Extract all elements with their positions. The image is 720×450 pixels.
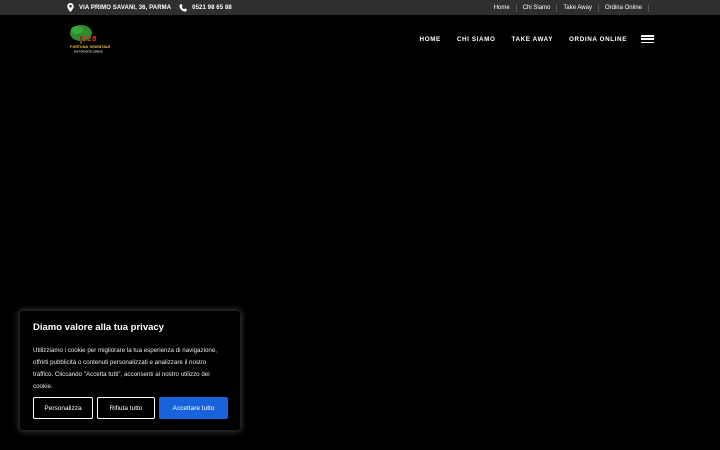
cookie-consent-banner: Diamo valore alla tua privacy Utilizziam… [20, 311, 240, 430]
main-header: 128 FORTUNA ORIENTALE RISTORANTE CINESE … [0, 15, 720, 63]
toplink-take-away[interactable]: Take Away [557, 3, 599, 12]
phone-text: 0521 98 65 88 [192, 4, 232, 11]
main-nav: HOME CHI SIAMO TAKE AWAY ORDINA ONLINE [404, 15, 654, 63]
logo-brand-name: FORTUNA ORIENTALE [70, 45, 111, 49]
phone-icon [179, 3, 187, 12]
top-bar: VIA PRIMO SAVANI, 36, PARMA 0521 98 65 8… [0, 0, 720, 15]
address-text: VIA PRIMO SAVANI, 36, PARMA [79, 4, 172, 11]
logo-tagline: RISTORANTE CINESE [74, 50, 103, 54]
logo-number: 128 [82, 35, 97, 43]
cookie-buttons: Personalizza Rifiuta tutto Accettare tut… [33, 397, 228, 419]
cookie-title: Diamo valore alla tua privacy [33, 322, 164, 333]
nav-take-away[interactable]: TAKE AWAY [511, 36, 553, 43]
nav-ordina-online[interactable]: ORDINA ONLINE [569, 36, 627, 43]
toplink-chi-siamo[interactable]: Chi Siamo [517, 3, 558, 12]
phone[interactable]: 0521 98 65 88 [179, 3, 232, 12]
address: VIA PRIMO SAVANI, 36, PARMA [67, 3, 171, 12]
contact-info: VIA PRIMO SAVANI, 36, PARMA 0521 98 65 8… [67, 0, 240, 15]
nav-home[interactable]: HOME [420, 36, 441, 43]
nav-chi-siamo[interactable]: CHI SIAMO [457, 36, 496, 43]
reject-all-button[interactable]: Rifiuta tutto [97, 397, 155, 419]
toplink-home[interactable]: Home [488, 3, 517, 12]
cookie-body: Utilizziamo i cookie per migliorare la t… [33, 347, 217, 390]
logo[interactable]: 128 FORTUNA ORIENTALE RISTORANTE CINESE [68, 24, 118, 54]
hamburger-menu-icon[interactable] [641, 35, 654, 43]
accept-all-button[interactable]: Accettare tutto [159, 397, 228, 419]
map-pin-icon [67, 3, 74, 12]
top-links: Home Chi Siamo Take Away Ordina Online [488, 0, 649, 15]
logo-image: 128 FORTUNA ORIENTALE RISTORANTE CINESE [70, 25, 111, 54]
customize-button[interactable]: Personalizza [33, 397, 93, 419]
toplink-ordina-online[interactable]: Ordina Online [599, 3, 649, 12]
